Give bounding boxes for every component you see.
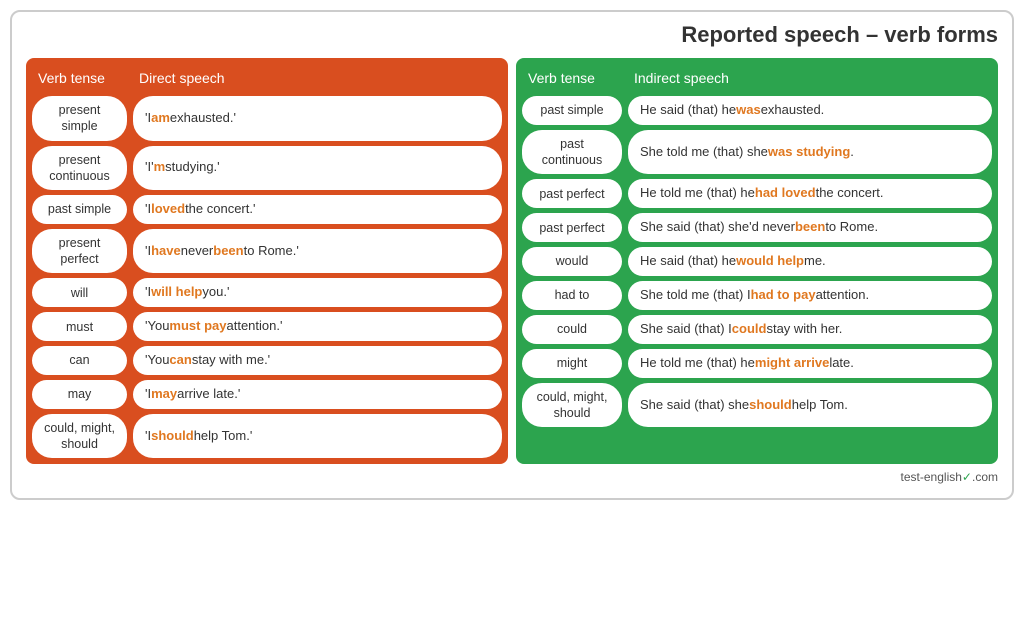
left-header-row: Verb tense Direct speech [26, 58, 508, 96]
table-row: past continuous She told me (that) she w… [522, 130, 992, 175]
table-row: would He said (that) he would help me. [522, 247, 992, 276]
table-row: present simple 'I am exhausted.' [32, 96, 502, 141]
table-row: could She said (that) I could stay with … [522, 315, 992, 344]
table-row: past perfect She said (that) she'd never… [522, 213, 992, 242]
tense-cell: must [32, 312, 127, 341]
tense-cell: could [522, 315, 622, 344]
speech-cell: 'I loved the concert.' [133, 195, 502, 224]
speech-cell: 'You must pay attention.' [133, 312, 502, 341]
tables-row: Verb tense Direct speech present simple … [26, 58, 998, 464]
tense-cell: present continuous [32, 146, 127, 191]
left-header-speech: Direct speech [133, 66, 502, 90]
table-row: could, might, should She said (that) she… [522, 383, 992, 428]
speech-cell: She said (that) she'd never been to Rome… [628, 213, 992, 242]
speech-cell: 'I'm studying.' [133, 146, 502, 191]
tense-cell: past perfect [522, 179, 622, 208]
tense-cell: present perfect [32, 229, 127, 274]
tense-cell: can [32, 346, 127, 375]
speech-cell: She said (that) I could stay with her. [628, 315, 992, 344]
speech-cell: She said (that) she should help Tom. [628, 383, 992, 428]
speech-cell: He told me (that) he might arrive late. [628, 349, 992, 378]
speech-cell: She told me (that) she was studying. [628, 130, 992, 175]
table-row: past simple He said (that) he was exhaus… [522, 96, 992, 125]
speech-cell: 'I have never been to Rome.' [133, 229, 502, 274]
speech-cell: She told me (that) I had to pay attentio… [628, 281, 992, 310]
left-header-tense: Verb tense [32, 66, 127, 90]
check-icon: ✓ [962, 470, 972, 484]
right-header-speech: Indirect speech [628, 66, 992, 90]
page-title: Reported speech – verb forms [26, 22, 998, 48]
table-row: may 'I may arrive late.' [32, 380, 502, 409]
table-row: past perfect He told me (that) he had lo… [522, 179, 992, 208]
speech-cell: 'I should help Tom.' [133, 414, 502, 459]
right-header-tense: Verb tense [522, 66, 622, 90]
indirect-speech-table: Verb tense Indirect speech past simple H… [516, 58, 998, 464]
tense-cell: would [522, 247, 622, 276]
speech-cell: 'You can stay with me.' [133, 346, 502, 375]
tense-cell: past simple [522, 96, 622, 125]
footer-text: test-english [901, 470, 962, 484]
tense-cell: present simple [32, 96, 127, 141]
left-rows: present simple 'I am exhausted.' present… [26, 96, 508, 464]
table-row: had to She told me (that) I had to pay a… [522, 281, 992, 310]
footer: test-english✓.com [26, 470, 998, 484]
footer-suffix: .com [972, 470, 998, 484]
right-header-row: Verb tense Indirect speech [516, 58, 998, 96]
table-row: past simple 'I loved the concert.' [32, 195, 502, 224]
tense-cell: will [32, 278, 127, 307]
tense-cell: past continuous [522, 130, 622, 175]
tense-cell: may [32, 380, 127, 409]
tense-cell: could, might, should [522, 383, 622, 428]
page-container: Reported speech – verb forms Verb tense … [10, 10, 1014, 500]
tense-cell: could, might, should [32, 414, 127, 459]
table-row: must 'You must pay attention.' [32, 312, 502, 341]
speech-cell: 'I am exhausted.' [133, 96, 502, 141]
title-prefix: Reported speech [681, 22, 860, 47]
tense-cell: past perfect [522, 213, 622, 242]
tense-cell: had to [522, 281, 622, 310]
table-row: present continuous 'I'm studying.' [32, 146, 502, 191]
table-row: can 'You can stay with me.' [32, 346, 502, 375]
speech-cell: He said (that) he was exhausted. [628, 96, 992, 125]
speech-cell: He said (that) he would help me. [628, 247, 992, 276]
table-row: present perfect 'I have never been to Ro… [32, 229, 502, 274]
speech-cell: 'I will help you.' [133, 278, 502, 307]
tense-cell: might [522, 349, 622, 378]
speech-cell: He told me (that) he had loved the conce… [628, 179, 992, 208]
right-rows: past simple He said (that) he was exhaus… [516, 96, 998, 433]
table-row: could, might, should 'I should help Tom.… [32, 414, 502, 459]
title-suffix: – verb forms [860, 22, 998, 47]
table-row: might He told me (that) he might arrive … [522, 349, 992, 378]
direct-speech-table: Verb tense Direct speech present simple … [26, 58, 508, 464]
speech-cell: 'I may arrive late.' [133, 380, 502, 409]
table-row: will 'I will help you.' [32, 278, 502, 307]
tense-cell: past simple [32, 195, 127, 224]
